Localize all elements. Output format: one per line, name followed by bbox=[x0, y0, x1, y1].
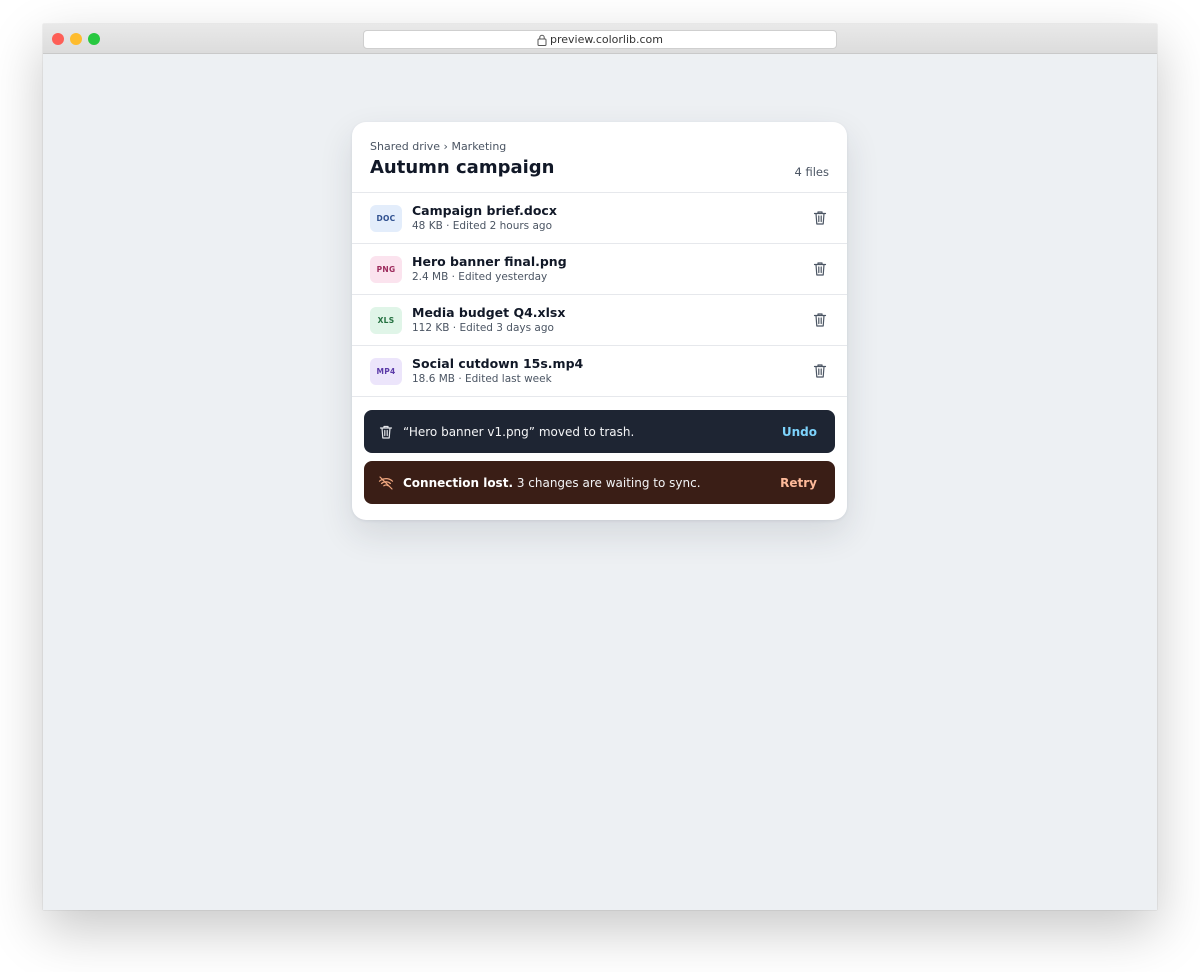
breadcrumb[interactable]: Shared drive › Marketing bbox=[370, 140, 506, 153]
toast-message-text: 3 changes are waiting to sync. bbox=[513, 475, 701, 490]
file-row[interactable]: DOC Campaign brief.docx 48 KB · Edited 2… bbox=[352, 193, 847, 244]
toast-message: Connection lost. 3 changes are waiting t… bbox=[403, 476, 780, 490]
url-text: preview.colorlib.com bbox=[549, 33, 664, 46]
browser-window: preview.colorlib.com Shared drive › Mark… bbox=[43, 24, 1157, 910]
file-name: Hero banner final.png bbox=[412, 254, 567, 269]
undo-button[interactable]: Undo bbox=[782, 425, 817, 439]
file-type-badge: PNG bbox=[370, 256, 402, 283]
file-type-badge: DOC bbox=[370, 205, 402, 232]
file-meta: 2.4 MB · Edited yesterday bbox=[412, 271, 548, 283]
file-meta: 112 KB · Edited 3 days ago bbox=[412, 322, 554, 334]
trash-icon bbox=[379, 425, 393, 439]
panel-header: Shared drive › Marketing Autumn campaign… bbox=[352, 122, 847, 193]
lock-icon bbox=[537, 34, 547, 46]
address-bar[interactable]: preview.colorlib.com bbox=[363, 30, 837, 49]
file-count: 4 files bbox=[794, 165, 829, 179]
page-title: Autumn campaign bbox=[370, 157, 555, 178]
retry-button[interactable]: Retry bbox=[780, 476, 817, 490]
file-row[interactable]: MP4 Social cutdown 15s.mp4 18.6 MB · Edi… bbox=[352, 346, 847, 397]
trash-icon[interactable] bbox=[813, 261, 827, 277]
file-type-badge: XLS bbox=[370, 307, 402, 334]
toast-message-bold: Connection lost. bbox=[403, 475, 513, 490]
trash-icon[interactable] bbox=[813, 312, 827, 328]
file-type-badge: MP4 bbox=[370, 358, 402, 385]
file-meta: 18.6 MB · Edited last week bbox=[412, 373, 552, 385]
file-name: Campaign brief.docx bbox=[412, 203, 557, 218]
close-window-button[interactable] bbox=[52, 33, 64, 45]
file-name: Social cutdown 15s.mp4 bbox=[412, 356, 584, 371]
file-list: DOC Campaign brief.docx 48 KB · Edited 2… bbox=[352, 193, 847, 397]
file-row[interactable]: XLS Media budget Q4.xlsx 112 KB · Edited… bbox=[352, 295, 847, 346]
browser-titlebar: preview.colorlib.com bbox=[43, 24, 1157, 54]
trash-icon[interactable] bbox=[813, 363, 827, 379]
minimize-window-button[interactable] bbox=[70, 33, 82, 45]
trash-toast: “Hero banner v1.png” moved to trash. Und… bbox=[364, 410, 835, 453]
file-meta: 48 KB · Edited 2 hours ago bbox=[412, 220, 552, 232]
connection-toast: Connection lost. 3 changes are waiting t… bbox=[364, 461, 835, 504]
maximize-window-button[interactable] bbox=[88, 33, 100, 45]
file-name: Media budget Q4.xlsx bbox=[412, 305, 566, 320]
file-row[interactable]: PNG Hero banner final.png 2.4 MB · Edite… bbox=[352, 244, 847, 295]
toast-message: “Hero banner v1.png” moved to trash. bbox=[403, 424, 635, 439]
wifi-off-icon bbox=[378, 475, 394, 490]
file-panel: Shared drive › Marketing Autumn campaign… bbox=[352, 122, 847, 520]
trash-icon[interactable] bbox=[813, 210, 827, 226]
